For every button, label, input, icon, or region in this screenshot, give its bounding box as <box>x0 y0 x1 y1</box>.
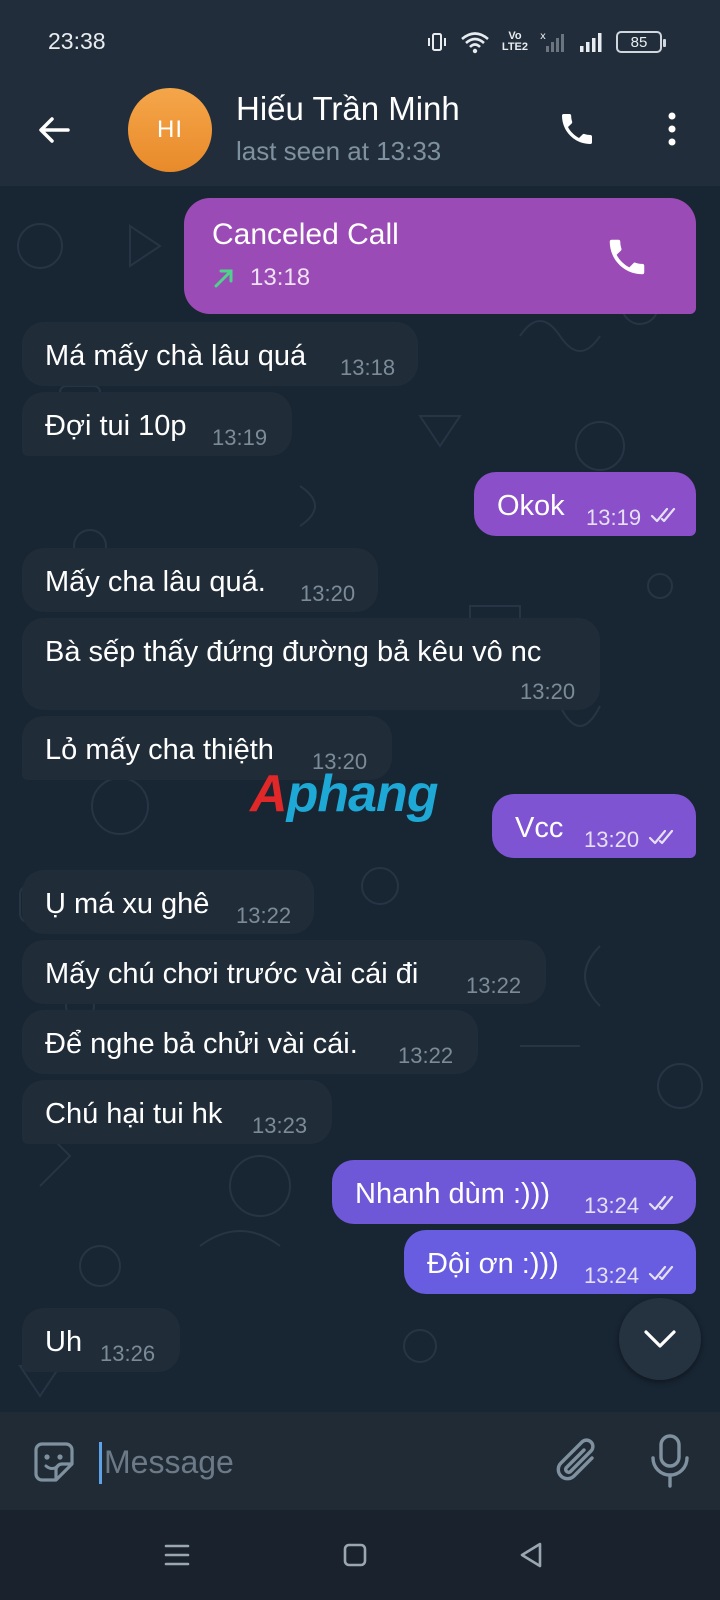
message-incoming[interactable]: Bà sếp thấy đứng đường bả kêu vô nc 13:2… <box>22 618 600 710</box>
message-time: 13:22 <box>236 903 292 928</box>
message-incoming[interactable]: Uh 13:26 <box>22 1308 180 1372</box>
message-time: 13:20 <box>300 581 356 606</box>
double-check-icon <box>650 507 676 523</box>
message-incoming[interactable]: Đợi tui 10p 13:19 <box>22 392 292 456</box>
wifi-icon <box>461 32 489 54</box>
message-outgoing[interactable]: Okok 13:19 <box>474 472 696 536</box>
message-text: Mấy cha lâu quá. <box>45 566 266 598</box>
message-input[interactable] <box>104 1436 524 1488</box>
chevron-down-icon <box>644 1330 676 1348</box>
more-vertical-icon <box>668 112 676 146</box>
system-nav-bar <box>0 1510 720 1600</box>
menu-icon[interactable] <box>160 1538 194 1572</box>
double-check-icon <box>648 829 674 845</box>
message-time: 13:22 <box>466 973 522 998</box>
battery-indicator: 85 <box>616 31 666 53</box>
message-time: 13:22 <box>398 1043 454 1068</box>
message-text: Okok <box>497 490 565 522</box>
message-incoming[interactable]: Mấy chú chơi trước vài cái đi 13:22 <box>22 940 546 1004</box>
back-nav-icon[interactable] <box>514 1538 548 1572</box>
signal-sim2-icon <box>580 33 602 52</box>
message-outgoing[interactable]: Vcc 13:20 <box>492 794 696 858</box>
signal-sim1-icon: x <box>540 31 564 52</box>
message-text: Mấy chú chơi trước vài cái đi <box>45 958 419 990</box>
message-text: Vcc <box>515 812 564 844</box>
back-button[interactable] <box>30 106 78 154</box>
message-outgoing[interactable]: Nhanh dùm :))) 13:24 <box>332 1160 696 1224</box>
message-text: Uh <box>45 1326 83 1358</box>
call-time: 13:18 <box>250 264 311 291</box>
phone-icon <box>562 114 592 144</box>
home-icon[interactable] <box>338 1538 372 1572</box>
message-incoming[interactable]: Chú hại tui hk 13:23 <box>22 1080 332 1144</box>
watermark-first: A <box>250 765 288 823</box>
message-text: Chú hại tui hk <box>45 1098 223 1130</box>
vibrate-icon <box>427 33 446 51</box>
status-icons: Vo LTE2 x 85 <box>426 28 666 56</box>
svg-text:x: x <box>540 31 546 42</box>
watermark-logo: Aphang <box>250 764 439 824</box>
message-text: Má mấy chà lâu quá <box>45 340 307 372</box>
text-cursor <box>99 1442 102 1484</box>
message-time: 13:19 <box>212 425 268 450</box>
microphone-icon[interactable] <box>648 1432 692 1490</box>
scroll-down-button[interactable] <box>619 1298 701 1380</box>
status-time: 23:38 <box>48 28 106 54</box>
message-incoming[interactable]: Ụ má xu ghê 13:22 <box>22 870 314 934</box>
message-time: 13:24 <box>584 1263 640 1288</box>
message-text: Nhanh dùm :))) <box>355 1178 551 1210</box>
volte-indicator: Vo LTE2 <box>502 31 528 53</box>
message-outgoing[interactable]: Đội ơn :))) 13:24 <box>404 1230 696 1294</box>
message-text: Bà sếp thấy đứng đường bả kêu vô nc <box>45 636 542 668</box>
message-text: Đội ơn :))) <box>427 1248 559 1280</box>
arrow-left-icon <box>39 117 70 143</box>
message-time: 13:26 <box>100 1341 156 1366</box>
message-time: 13:19 <box>586 505 642 530</box>
message-time: 13:23 <box>252 1113 308 1138</box>
outgoing-arrow-icon <box>214 269 233 288</box>
message-text: Lỏ mấy cha thiệth <box>45 734 274 766</box>
message-incoming[interactable]: Mấy cha lâu quá. 13:20 <box>22 548 378 612</box>
phone-icon[interactable] <box>604 234 650 280</box>
message-text: Đợi tui 10p <box>45 410 187 442</box>
message-time: 13:20 <box>520 679 576 704</box>
paperclip-icon[interactable] <box>552 1434 604 1490</box>
call-title: Canceled Call <box>212 218 399 251</box>
double-check-icon <box>648 1265 674 1281</box>
avatar[interactable]: HI <box>128 88 212 172</box>
volte-bottom: LTE2 <box>501 41 528 53</box>
message-composer <box>0 1412 720 1510</box>
sticker-icon[interactable] <box>28 1436 80 1488</box>
contact-status: last seen at 13:33 <box>236 136 442 166</box>
chat-header: HI Hiếu Trần Minh last seen at 13:33 <box>0 82 720 186</box>
watermark-rest: phang <box>286 765 439 823</box>
message-incoming[interactable]: Để nghe bả chửi vài cái. 13:22 <box>22 1010 478 1074</box>
canceled-call-bubble[interactable]: Canceled Call 13:18 <box>184 198 696 314</box>
message-time: 13:24 <box>584 1193 640 1218</box>
message-text: Để nghe bả chửi vài cái. <box>45 1028 358 1060</box>
double-check-icon <box>648 1195 674 1211</box>
message-text: Ụ má xu ghê <box>45 888 210 920</box>
message-time: 13:18 <box>340 355 396 380</box>
message-incoming[interactable]: Má mấy chà lâu quá 13:18 <box>22 322 418 386</box>
chat-area[interactable]: Canceled Call 13:18 Má mấy chà lâu quá 1… <box>0 186 720 1412</box>
message-time: 13:20 <box>584 827 640 852</box>
call-button[interactable] <box>552 104 602 154</box>
more-options-button[interactable] <box>650 104 694 154</box>
contact-name[interactable]: Hiếu Trần Minh <box>236 90 460 128</box>
status-bar: 23:38 Vo LTE2 x 85 <box>0 0 720 82</box>
